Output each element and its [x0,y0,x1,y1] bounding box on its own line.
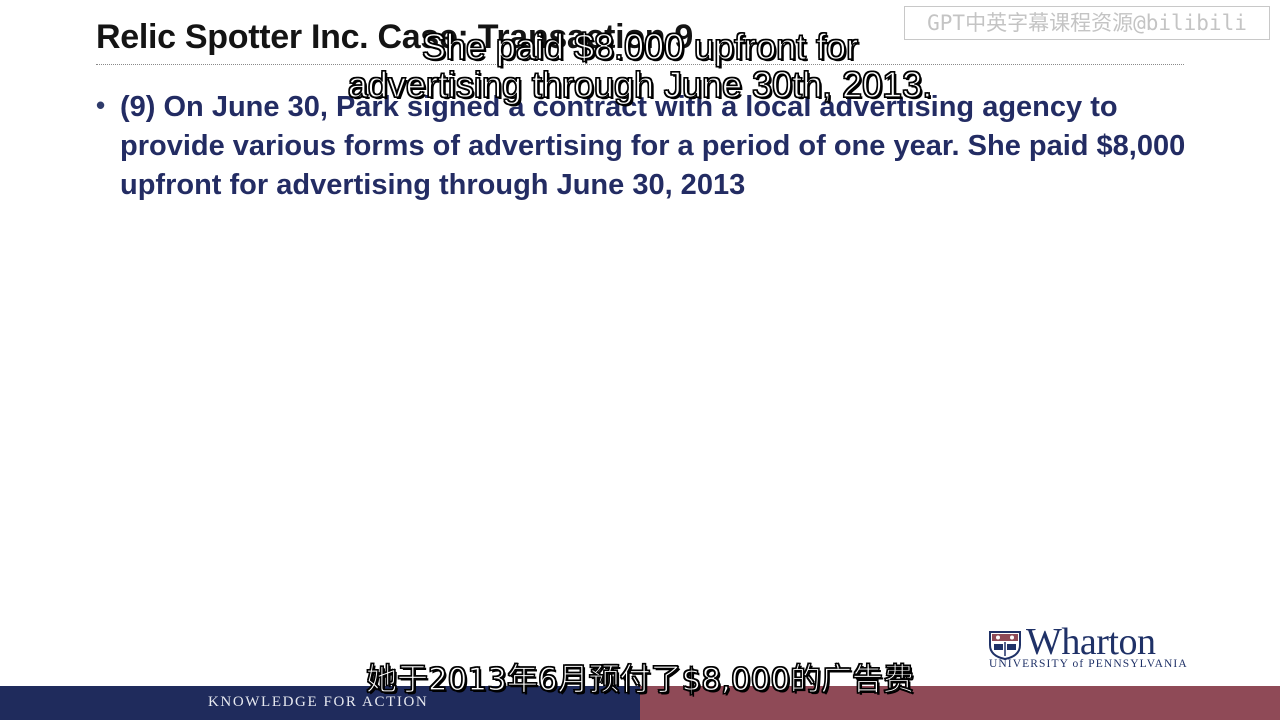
subtitle-chinese: 她于2013年6月预付了$8,000的广告费 [365,661,915,698]
subtitle-english-line-2: advertising through June 30th, 2013. [347,63,933,105]
slide: Relic Spotter Inc. Case: Transaction 9 •… [0,0,1280,720]
subtitle-english-line-1: She paid $8.000 upfront for [421,25,859,67]
